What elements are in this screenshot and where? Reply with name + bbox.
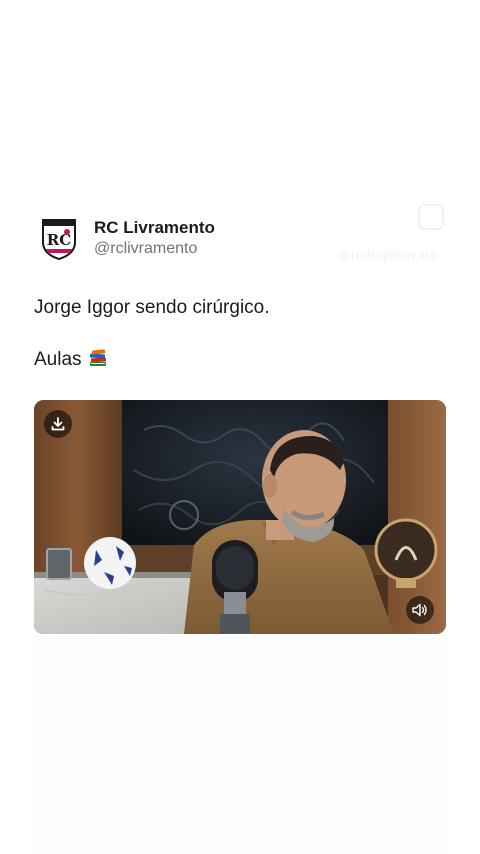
download-icon: [51, 417, 65, 431]
page: RC RC Livramento @rclivramento @rodrigon…: [0, 0, 480, 854]
watermark-logo-icon: [418, 204, 444, 230]
lower-panel: [34, 636, 446, 854]
display-name[interactable]: RC Livramento: [94, 217, 215, 239]
tweet-text-aulas: Aulas: [34, 349, 82, 370]
video-frame: [34, 400, 446, 634]
author-names: RC Livramento @rclivramento: [94, 217, 215, 259]
rc-shield-logo: RC: [42, 219, 76, 261]
volume-icon: [412, 603, 427, 617]
watermark: @rodrigonovato: [338, 200, 448, 270]
tweet-header: RC RC Livramento @rclivramento: [40, 214, 215, 262]
avatar[interactable]: RC: [40, 216, 78, 261]
download-button[interactable]: [44, 410, 72, 438]
books-emoji-icon: [88, 348, 108, 375]
tweet-text-line2: Aulas: [34, 348, 108, 375]
handle[interactable]: @rclivramento: [94, 239, 215, 259]
volume-button[interactable]: [406, 596, 434, 624]
watermark-text: @rodrigonovato: [338, 248, 438, 262]
tweet-text-line1: Jorge Iggor sendo cirúrgico.: [34, 297, 270, 318]
video-player[interactable]: [34, 400, 446, 634]
